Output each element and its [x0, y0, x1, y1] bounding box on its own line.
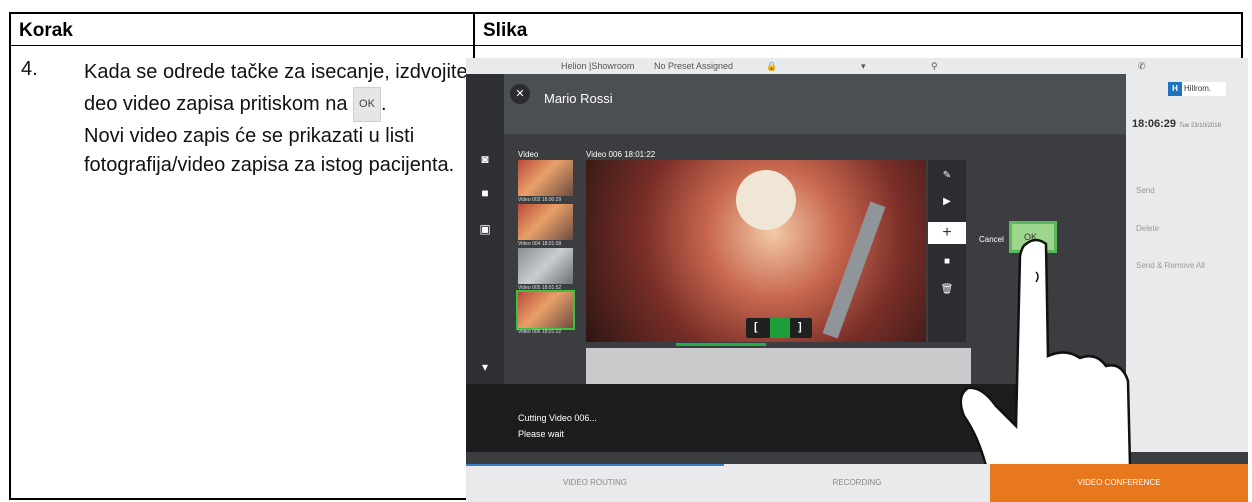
video-icon[interactable]: ▣ [476, 222, 494, 236]
col-header-image: Slika [483, 20, 528, 41]
thumbnail[interactable] [518, 248, 573, 284]
instruction-table: Korak Slika 4. Kada se odrede tačke za i… [9, 12, 1248, 502]
thumbnail[interactable] [518, 160, 573, 196]
table-header: Korak Slika [11, 14, 1241, 46]
step-text-period: . [380, 92, 387, 115]
device-topbar: Helion |Showroom No Preset Assigned 🔒 ▾ … [466, 58, 1248, 74]
thumbnail-caption: Video 006 18:01:22 [518, 329, 562, 335]
clock-time: 18:06:29 [1132, 118, 1177, 130]
preset-label: No Preset Assigned [654, 61, 734, 71]
step-instruction: Kada se odrede tačke za isecanje, izdvoj… [84, 58, 469, 180]
cutting-status: Cutting Video 006... Please wait [518, 410, 597, 442]
camera-icon[interactable]: ■ [476, 186, 494, 200]
tab-video-routing[interactable]: VIDEO ROUTING [466, 464, 724, 502]
cut-markers[interactable]: [ ] [746, 318, 812, 338]
cut-start-marker[interactable]: [ [754, 321, 758, 333]
cut-range-bar [676, 343, 766, 346]
person-icon[interactable]: ⚲ [931, 61, 938, 72]
lock-icon[interactable]: 🔒 [766, 61, 777, 72]
video-player[interactable] [586, 160, 926, 342]
dropdown-icon[interactable]: ▾ [861, 61, 866, 72]
send-remove-all-button[interactable]: Send & Remove All [1136, 261, 1205, 270]
video-list-label: Video [518, 150, 539, 159]
thumbnail-selected[interactable] [516, 290, 575, 330]
cut-position-dot[interactable] [770, 318, 790, 338]
close-icon[interactable]: ✕ [510, 84, 530, 104]
clock-date: Tue 23/10/2018 [1179, 123, 1221, 129]
phone-icon[interactable]: ✆ [1138, 61, 1146, 72]
hand-pointer-icon [959, 238, 1132, 466]
patient-header: ✕ Mario Rossi [504, 74, 1126, 134]
thumbnail-caption: Video 004 18:01:09 [518, 241, 562, 247]
thumbnail-caption: Video 003 18:00:29 [518, 197, 562, 203]
edit-icon[interactable]: ✎ [928, 170, 966, 181]
ok-chip-inline: OK [353, 87, 381, 122]
step-number: 4. [21, 58, 38, 80]
room-label: Helion |Showroom [561, 61, 635, 71]
cut-end-marker[interactable]: ] [798, 321, 802, 333]
collapse-icon[interactable]: ▾ [476, 360, 494, 374]
tissue-shape [736, 170, 796, 230]
device-screenshot: Helion |Showroom No Preset Assigned 🔒 ▾ … [466, 58, 1248, 502]
camera-switch-icon[interactable]: ◙ [476, 152, 494, 166]
tab-recording[interactable]: RECORDING [724, 464, 990, 502]
video-title: Video 006 18:01:22 [586, 150, 656, 159]
instrument-shape [822, 201, 886, 339]
step-text-part1: Kada se odrede tačke za isecanje, izdvoj… [84, 61, 468, 115]
brand-logo: Hillrom. [1168, 82, 1226, 96]
play-icon[interactable]: ▶ [928, 196, 966, 207]
delete-button[interactable]: Delete [1136, 224, 1159, 233]
status-line-2: Please wait [518, 429, 565, 439]
status-line-1: Cutting Video 006... [518, 413, 597, 423]
step-text-part2: Novi video zapis će se prikazati u listi… [84, 125, 455, 176]
timeline-strip [586, 348, 971, 384]
col-header-step: Korak [19, 20, 73, 41]
patient-name: Mario Rossi [544, 91, 613, 106]
thumbnail-caption: Video 005 18:01:52 [518, 285, 562, 291]
thumbnail[interactable] [518, 204, 573, 240]
footer-tabs: VIDEO ROUTING RECORDING VIDEO CONFERENCE [466, 464, 1248, 502]
left-rail: ◙ ■ ▣ ▾ [466, 74, 504, 384]
clock: 18:06:29 Tue 23/10/2018 [1132, 118, 1221, 130]
tab-video-conference[interactable]: VIDEO CONFERENCE [990, 464, 1248, 502]
send-button[interactable]: Send [1136, 186, 1155, 195]
